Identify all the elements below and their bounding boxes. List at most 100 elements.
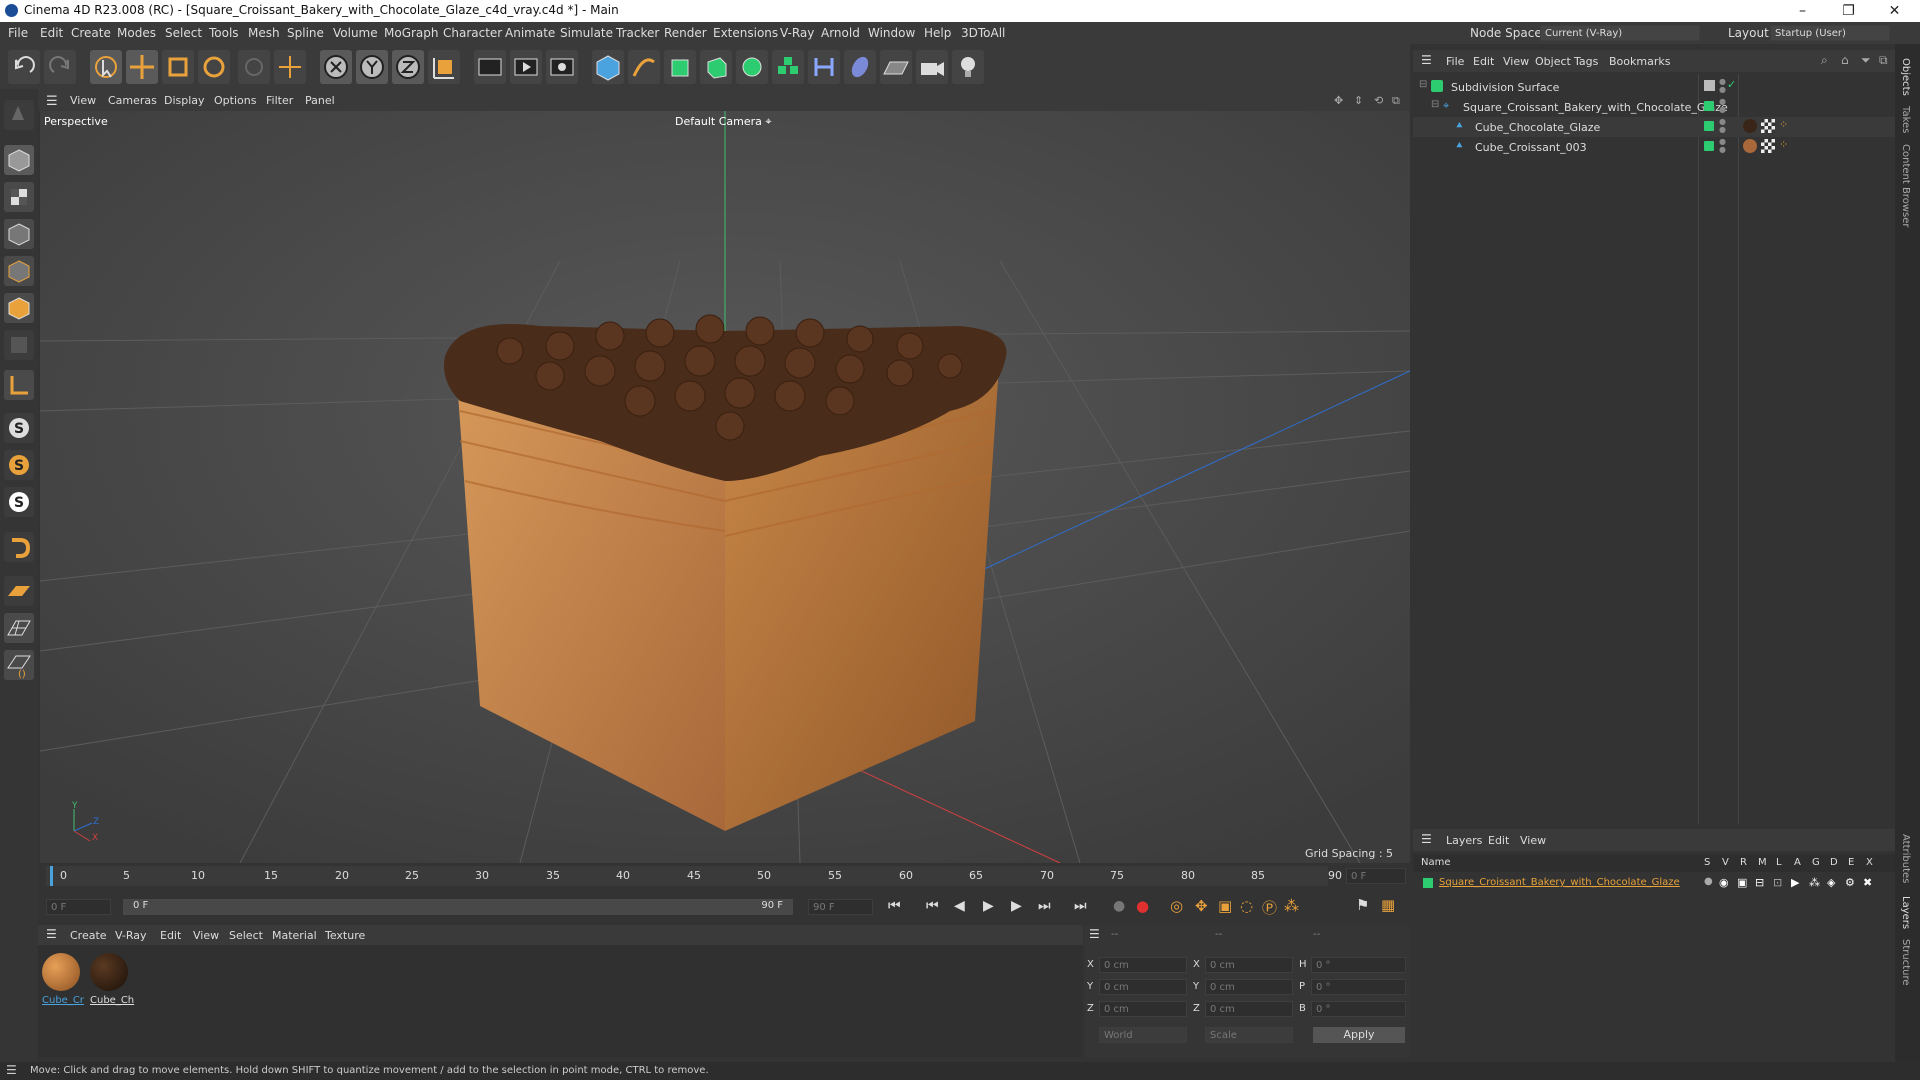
menu-simulate[interactable]: Simulate [560,26,613,40]
coordinate-mode-dropdown[interactable]: Scale [1205,1027,1293,1043]
menu-tools[interactable]: Tools [209,26,239,40]
key-position-icon[interactable]: ✥ [1195,897,1208,915]
coordinate-space-dropdown[interactable]: World [1099,1027,1187,1043]
layer-col-expressions[interactable]: E [1848,857,1854,868]
snap-icon[interactable]: S [4,413,34,443]
menu-render[interactable]: Render [664,26,707,40]
viewport-menu-options[interactable]: Options [214,94,256,107]
go-to-previous-key-icon[interactable]: ⏮ [926,898,939,914]
side-tab-objects[interactable]: Objects [1900,58,1911,96]
om-home-icon[interactable]: ⌂ [1841,53,1849,67]
render-picture-viewer-icon[interactable] [510,50,542,84]
position-z-field[interactable]: 0 cm [1099,1001,1187,1017]
om-new-window-icon[interactable]: ⧉ [1879,53,1888,68]
key-parameter-icon[interactable]: Ⓟ [1262,897,1277,918]
viewport-hamburger-icon[interactable]: ☰ [46,94,58,109]
om-search-icon[interactable]: ⌕ [1821,53,1828,68]
layer-render-icon[interactable]: ▣ [1737,876,1747,889]
visibility-dots-icon[interactable]: ● ● [1719,118,1726,134]
deformer-icon[interactable] [772,50,804,84]
uvw-tag-icon[interactable] [1761,139,1775,153]
workplane-icon[interactable] [4,370,34,400]
viewport-dolly-icon[interactable]: ⇕ [1354,94,1363,107]
side-tab-attributes[interactable]: Attributes [1900,834,1911,883]
viewport-rotate-icon[interactable]: ⟲ [1374,94,1383,107]
layer-color-swatch[interactable] [1704,141,1714,151]
workplane-grid-icon[interactable]: () [4,650,34,680]
viewport-menu-view[interactable]: View [70,94,96,107]
subdivision-surface-icon[interactable] [664,50,696,84]
position-x-field[interactable]: 0 cm [1099,957,1187,973]
layer-col-generators[interactable]: G [1812,857,1820,868]
object-row-cube-croissant[interactable]: ⯅ Cube_Croissant_003 ● ● ⁘ [1413,137,1895,157]
om-filter-icon[interactable]: ⏷ [1861,53,1871,68]
layer-xref-icon[interactable]: ✖ [1863,876,1872,889]
menu-mograph[interactable]: MoGraph [384,26,439,40]
material-menu-select[interactable]: Select [229,929,263,942]
viewport-menu-panel[interactable]: Panel [305,94,335,107]
layer-row[interactable]: Square_Croissant_Bakery_with_Chocolate_G… [1413,874,1895,892]
menu-select[interactable]: Select [165,26,202,40]
key-scale-icon[interactable]: ▣ [1218,897,1232,915]
floor-grid-icon[interactable] [4,576,34,606]
visibility-dots-icon[interactable]: ● ● [1719,78,1726,94]
om-menu-bookmarks[interactable]: Bookmarks [1609,55,1670,68]
material-item[interactable]: Cube_Ch [90,953,134,1011]
menu-create[interactable]: Create [71,26,111,40]
quantize-icon[interactable]: S [4,487,34,517]
uv-mode-icon[interactable] [4,330,34,360]
keyframe-selection-icon[interactable]: ◎ [1170,897,1183,915]
polygon-mode-icon[interactable] [4,293,34,323]
layer-lock-icon[interactable]: ⊡ [1773,876,1782,889]
undo-icon[interactable] [8,50,40,84]
node-space-dropdown[interactable]: Current (V-Ray) [1540,25,1700,41]
spline-pen-icon[interactable] [628,50,660,84]
menu-edit[interactable]: Edit [40,26,63,40]
viewport-camera-name[interactable]: Default Camera ⌖ [675,115,772,129]
menu-modes[interactable]: Modes [117,26,156,40]
material-menu-texture[interactable]: Texture [325,929,365,942]
camera-icon[interactable] [916,50,948,84]
object-row-subdivision-surface[interactable]: ⊟ Subdivision Surface ● ● ✓ [1413,77,1895,97]
perspective-viewport[interactable]: Perspective Default Camera ⌖ Grid Spacin… [40,111,1410,863]
size-x-field[interactable]: 0 cm [1205,957,1293,973]
texture-mode-icon[interactable] [4,182,34,212]
material-menu-vray[interactable]: V-Ray [115,929,147,942]
viewport-menu-cameras[interactable]: Cameras [108,94,157,107]
key-rotation-icon[interactable]: ◌ [1240,897,1253,915]
render-settings-icon[interactable] [546,50,578,84]
position-y-field[interactable]: 0 cm [1099,979,1187,995]
layer-generator-icon[interactable]: ⁂ [1809,876,1820,889]
edge-mode-icon[interactable] [4,256,34,286]
layer-expression-icon[interactable]: ⚙ [1845,876,1855,889]
layer-col-render[interactable]: R [1740,857,1747,868]
om-menu-object[interactable]: Object [1535,55,1571,68]
menu-mesh[interactable]: Mesh [248,26,280,40]
layer-col-animation[interactable]: A [1794,857,1801,868]
render-view-icon[interactable] [474,50,506,84]
rotate-tool-icon[interactable] [198,50,230,84]
menu-help[interactable]: Help [924,26,951,40]
layer-col-xref[interactable]: X [1866,857,1873,868]
size-y-field[interactable]: 0 cm [1205,979,1293,995]
menu-3dtoall[interactable]: 3DToAll [961,26,1005,40]
previous-frame-icon[interactable]: ◀ [954,898,965,914]
go-to-end-icon[interactable]: ⏭ [1074,898,1087,914]
status-hamburger-icon[interactable]: ☰ [6,1063,17,1077]
visibility-dots-icon[interactable]: ● ● [1719,138,1726,154]
z-axis-lock-icon[interactable] [392,50,424,84]
layer-deformer-icon[interactable]: ◈ [1827,876,1835,889]
menu-arnold[interactable]: Arnold [821,26,860,40]
layers-menu-layers[interactable]: Layers [1446,834,1482,847]
layers-menu-view[interactable]: View [1520,834,1546,847]
material-menu-material[interactable]: Material [272,929,317,942]
key-pla-icon[interactable]: ⁂ [1284,897,1299,915]
autokey-icon[interactable]: ● [1136,897,1149,915]
layer-col-deformers[interactable]: D [1830,857,1838,868]
viewport-maximize-icon[interactable]: ⧉ [1392,94,1400,108]
minimize-button[interactable]: – [1780,0,1825,22]
field-icon[interactable] [808,50,840,84]
layout-dropdown[interactable]: Startup (User) [1770,25,1890,41]
scale-tool-icon[interactable] [162,50,194,84]
menu-spline[interactable]: Spline [287,26,324,40]
